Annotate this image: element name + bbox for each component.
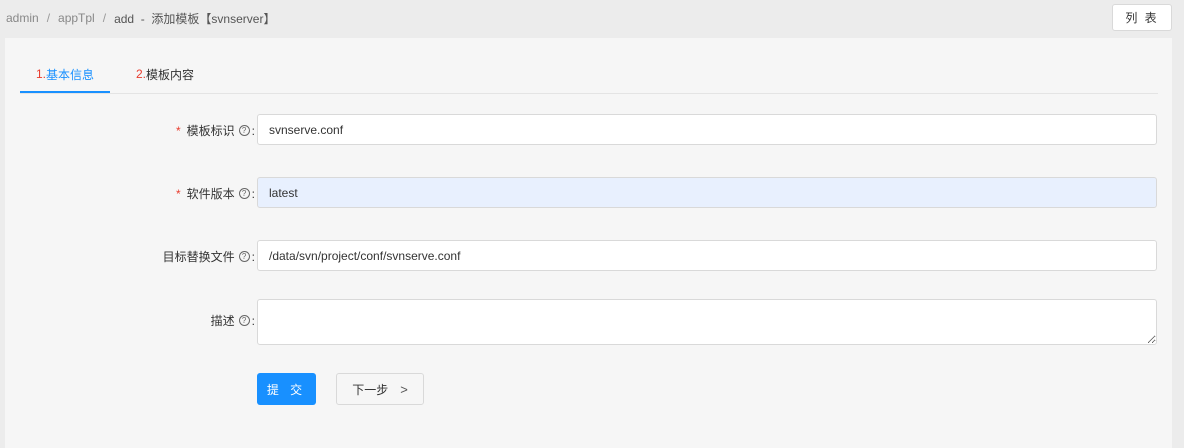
field-label: * 模板标识 ? :: [176, 122, 255, 139]
required-mark: *: [175, 186, 181, 201]
tab-basic-info[interactable]: 1. 基本信息: [36, 66, 94, 82]
tab-active-indicator: [20, 91, 110, 93]
breadcrumb-item-apptpl[interactable]: appTpl: [58, 11, 95, 25]
form-row-description: 描述 ? :: [5, 299, 1172, 345]
colon: :: [251, 123, 255, 138]
breadcrumb-separator: /: [102, 11, 107, 25]
colon: :: [251, 249, 255, 264]
tab-number: 2.: [136, 67, 147, 81]
form-panel: 1. 基本信息 2. 模板内容 * 模板标识 ? : * 软件版本 ? : 目标…: [5, 38, 1172, 448]
field-label: 描述 ? :: [211, 312, 255, 329]
field-label-text: 软件版本: [186, 187, 235, 201]
submit-button[interactable]: 提 交: [257, 373, 316, 405]
colon: :: [251, 186, 255, 201]
field-label: 目标替换文件 ? :: [163, 248, 255, 265]
help-icon[interactable]: ?: [238, 125, 250, 136]
help-icon[interactable]: ?: [238, 188, 250, 199]
field-label-text: 模板标识: [186, 124, 235, 138]
tab-bar: 1. 基本信息 2. 模板内容: [20, 38, 1158, 94]
tab-label: 基本信息: [46, 67, 95, 82]
required-mark: *: [175, 123, 181, 138]
next-step-button[interactable]: 下一步 >: [336, 373, 424, 405]
help-icon[interactable]: ?: [238, 315, 250, 326]
chevron-right-icon: >: [400, 381, 408, 397]
field-label: * 软件版本 ? :: [176, 185, 255, 202]
colon: :: [251, 313, 255, 328]
breadcrumb: admin / appTpl / add - 添加模板【svnserver】: [6, 9, 275, 27]
tab-number: 1.: [36, 67, 47, 81]
software-version-input[interactable]: [257, 177, 1157, 208]
field-label-text: 目标替换文件: [162, 250, 235, 264]
form-row-target-file: 目标替换文件 ? :: [5, 240, 1172, 272]
next-step-label: 下一步: [352, 382, 389, 397]
template-id-input[interactable]: [257, 114, 1157, 145]
field-label-text: 描述: [210, 314, 235, 328]
tab-label: 模板内容: [146, 67, 195, 82]
form-row-template-id: * 模板标识 ? :: [5, 114, 1172, 146]
description-textarea[interactable]: [257, 299, 1157, 345]
list-button[interactable]: 列 表: [1112, 4, 1172, 31]
breadcrumb-separator: /: [46, 11, 51, 25]
target-file-input[interactable]: [257, 240, 1157, 271]
breadcrumb-item-admin[interactable]: admin: [6, 11, 39, 25]
form-row-software-version: * 软件版本 ? :: [5, 177, 1172, 209]
breadcrumb-current: add - 添加模板【svnserver】: [114, 11, 276, 26]
tab-template-content[interactable]: 2. 模板内容: [136, 66, 194, 82]
help-icon[interactable]: ?: [238, 251, 250, 262]
